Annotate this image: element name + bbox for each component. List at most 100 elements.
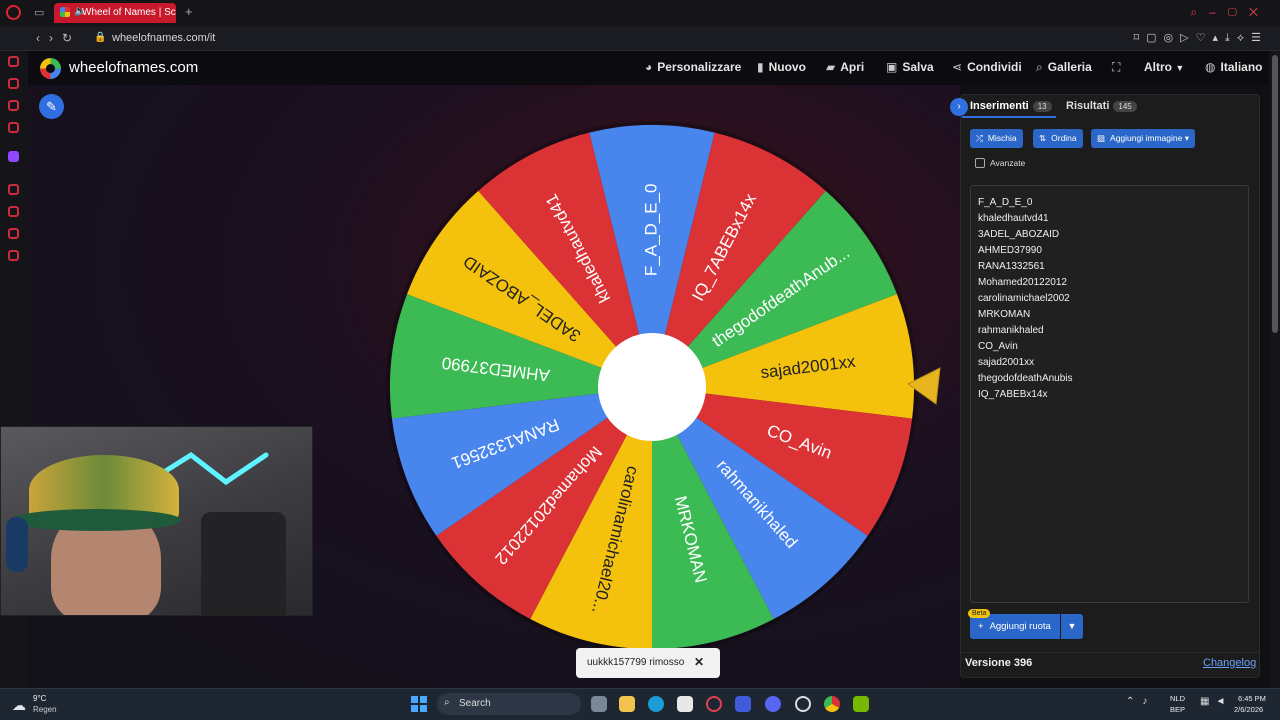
taskbar-search[interactable]: Search	[437, 693, 581, 715]
add-wheel-dropdown-button[interactable]: ▼	[1061, 614, 1083, 639]
keyboard-layout[interactable]: BEP	[1170, 705, 1185, 714]
settings-gear-icon[interactable]	[795, 696, 811, 712]
webcam-overlay	[0, 426, 313, 616]
url-field[interactable]: wheelofnames.com/it	[112, 32, 215, 44]
window-controls[interactable]: ⌕–▢✕	[1190, 5, 1270, 20]
edit-pencil-button[interactable]: ✎	[39, 94, 64, 119]
network-volume-icons[interactable]: ▦◄	[1200, 696, 1231, 707]
entry-line: sajad2001xx	[978, 357, 1035, 368]
sidebar-app-icon[interactable]	[8, 122, 19, 133]
keyboard-language[interactable]: NLD	[1170, 694, 1185, 703]
sidebar-app-icon[interactable]	[8, 56, 19, 67]
changelog-link[interactable]: Changelog	[1203, 657, 1256, 669]
entry-line: MRKOMAN	[978, 309, 1031, 320]
webcam-headset	[6, 517, 28, 572]
save-icon: ▣	[886, 60, 898, 74]
discord-icon[interactable]	[765, 696, 781, 712]
wheel-segment-label: F_A_D_E_0	[641, 183, 660, 276]
site-name[interactable]: wheelofnames.com	[69, 59, 198, 76]
menu-share[interactable]: ⋖ Condividi	[952, 60, 1022, 74]
tab-entries[interactable]: Inserimenti 13	[970, 100, 1052, 112]
lock-icon[interactable]: 🔒	[94, 32, 106, 43]
entry-line: carolinamichael2002	[978, 293, 1070, 304]
entry-line: thegodofdeathAnubis	[978, 373, 1073, 384]
store-icon[interactable]	[677, 696, 693, 712]
search-icon: ⌕	[444, 697, 450, 708]
menu-fullscreen[interactable]: ⛶	[1112, 60, 1125, 75]
toast-close-icon[interactable]: ✕	[694, 655, 704, 669]
menu-gallery[interactable]: ⌕ Galleria	[1036, 60, 1092, 75]
sort-button[interactable]: ⇅ Ordina	[1033, 129, 1083, 148]
opera-gx-icon[interactable]	[706, 696, 722, 712]
sidebar-app-icon[interactable]	[8, 100, 19, 111]
collapse-panel-chevron-icon[interactable]: ›	[950, 98, 968, 116]
weather-cloud-icon[interactable]: ☁	[12, 697, 26, 714]
windows-taskbar	[0, 688, 1280, 720]
pencil-icon: ✎	[46, 99, 57, 114]
address-bar-actions[interactable]: ⌑▢◎▷♡▴⤓⟡☰	[1134, 31, 1268, 45]
clock-time[interactable]: 6:45 PM	[1238, 694, 1266, 703]
advanced-checkbox[interactable]	[975, 158, 985, 168]
history-icon[interactable]	[8, 206, 19, 217]
file-icon: ▮	[757, 60, 764, 74]
opera-logo-icon[interactable]	[6, 5, 21, 20]
chevron-down-icon: ▼	[1067, 621, 1077, 631]
entries-count-badge: 13	[1032, 100, 1052, 112]
scrollbar-thumb[interactable]	[1272, 55, 1278, 333]
toast-message: uukkk157799 rimosso	[587, 657, 685, 668]
wheel-pointer-icon	[907, 367, 941, 405]
beta-badge: Beta	[968, 609, 991, 618]
weather-description[interactable]: Regen	[33, 705, 57, 714]
shuffle-icon: ⤮	[976, 133, 983, 143]
nvidia-icon[interactable]	[853, 696, 869, 712]
settings-gear-icon[interactable]	[8, 250, 19, 261]
app-icon[interactable]	[735, 696, 751, 712]
menu-new[interactable]: ▮ Nuovo	[757, 60, 806, 74]
entry-line: CO_Avin	[978, 341, 1018, 352]
file-explorer-icon[interactable]	[619, 696, 635, 712]
wheel-center-hub[interactable]	[598, 333, 706, 441]
wheel[interactable]: F_A_D_E_0 IQ_7ABEBx14xthegodofdeathAnub..…	[380, 115, 925, 660]
image-icon: ▨	[1097, 133, 1106, 143]
chevron-down-icon: ▼	[1175, 63, 1185, 73]
entry-line: F_A_D_E_0	[978, 197, 1033, 208]
edge-icon[interactable]	[648, 696, 664, 712]
tab-active-indicator	[962, 116, 1056, 118]
tab-results[interactable]: Risultati 145	[1066, 100, 1137, 112]
menu-open[interactable]: ▰ Apri	[826, 60, 864, 74]
palette-icon: ◕	[645, 60, 653, 74]
folder-icon: ▰	[826, 60, 836, 74]
share-icon: ⋖	[952, 60, 963, 74]
tab-title: Wheel of Names | Scel	[82, 7, 176, 18]
entries-textarea[interactable]: F_A_D_E_0 khaledhautvd41 3ADEL_ABOZAID A…	[970, 185, 1249, 603]
tab-overview-icon[interactable]: ▭	[34, 6, 44, 19]
windows-start-icon[interactable]	[411, 696, 427, 712]
add-image-button[interactable]: ▨ Aggiungi immagine ▾	[1091, 129, 1195, 148]
plus-icon: +	[978, 621, 984, 632]
new-tab-plus-icon[interactable]: +	[185, 4, 193, 19]
webcam-chair	[201, 512, 286, 615]
results-count-badge: 145	[1113, 100, 1137, 112]
version-label: Versione 396	[965, 657, 1033, 669]
chrome-icon[interactable]	[824, 696, 840, 712]
clock-date[interactable]: 2/6/2026	[1234, 705, 1263, 714]
system-tray-icons[interactable]: ⌃♪	[1126, 696, 1155, 707]
shuffle-button[interactable]: ⤮ Mischia	[970, 129, 1023, 148]
browser-tab-active[interactable]: Wheel of Names | Scel	[54, 3, 176, 23]
menu-language[interactable]: ◍ Italiano	[1205, 60, 1263, 74]
nav-buttons[interactable]: ‹›↻	[36, 31, 81, 45]
menu-save[interactable]: ▣ Salva	[886, 60, 934, 74]
site-logo-icon[interactable]	[40, 58, 61, 79]
menu-customize[interactable]: ◕ Personalizzare	[645, 60, 741, 74]
sidebar-app-icon[interactable]	[8, 78, 19, 89]
webcam-person-cap-visor	[11, 509, 181, 531]
twitch-icon[interactable]	[8, 151, 19, 162]
tab-audio-icon[interactable]: 🔈	[74, 6, 86, 17]
task-view-icon[interactable]	[591, 696, 607, 712]
sidebar-app-icon[interactable]	[8, 184, 19, 195]
entry-line: 3ADEL_ABOZAID	[978, 229, 1060, 240]
globe-icon: ◍	[1205, 60, 1216, 74]
sidebar-app-icon[interactable]	[8, 228, 19, 239]
weather-temperature[interactable]: 9°C	[33, 694, 46, 703]
menu-more[interactable]: Altro ▼	[1144, 60, 1184, 74]
